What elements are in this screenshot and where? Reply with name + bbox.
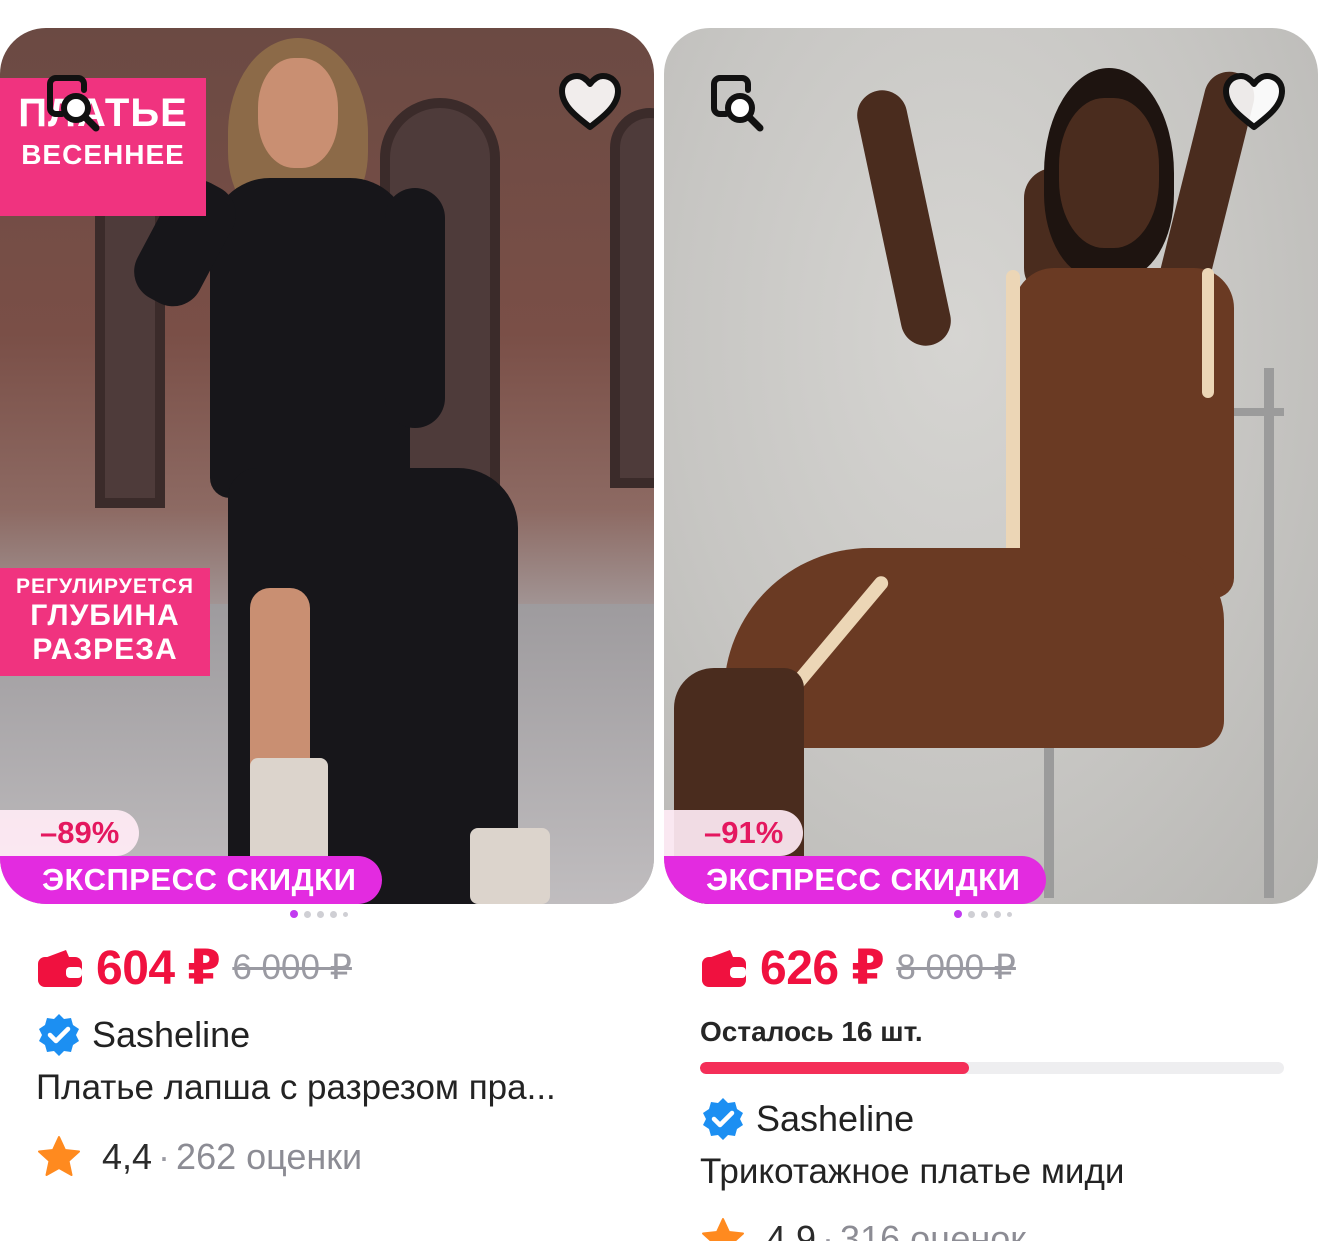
current-price: 626 ₽ [760,942,885,995]
favorite-button[interactable] [1218,68,1290,136]
product-image[interactable]: –91% ЭКСПРЕСС СКИДКИ [664,28,1318,904]
express-sale-label: ЭКСПРЕСС СКИДКИ [664,856,1047,904]
stock-progress-fill [700,1062,969,1074]
carousel-dot [330,910,337,918]
model-sleeve [385,188,445,428]
carousel-dot [343,911,348,917]
stock-remaining-text: Осталось 16 шт. [700,1016,923,1047]
carousel-dot [981,910,988,918]
star-icon [38,1136,80,1176]
old-price: 6 000 ₽ [232,948,352,987]
promo-line: ВЕСЕННЕЕ [21,139,185,170]
rating-value: 4,9 [766,1218,817,1241]
similar-search-icon [47,75,100,132]
product-card[interactable]: –91% ЭКСПРЕСС СКИДКИ 626 ₽ 8 000 ₽ Остал… [664,28,1318,1241]
wallet-icon [38,950,82,987]
review-count: 316 оценок [840,1218,1027,1241]
promo-line: ГЛУБИНА [30,599,180,633]
product-image[interactable]: ПЛАТЬЕ ВЕСЕННЕЕ РЕГУЛИРУЕТСЯ ГЛУБИНА РАЗ… [0,28,654,904]
dress-trim [1202,268,1214,398]
promo-line: РАЗРЕЗА [32,632,178,666]
chair-leg [1264,368,1274,898]
carousel-dot [968,910,975,918]
rating-value: 4,4 [102,1136,153,1177]
model-face [258,58,338,168]
carousel-dot [954,910,962,918]
similar-search-button[interactable] [36,68,108,136]
old-price: 8 000 ₽ [896,948,1016,987]
model-face [1059,98,1159,248]
heart-icon [559,73,621,130]
brand-row[interactable]: Sasheline [36,1012,250,1058]
product-card[interactable]: ПЛАТЬЕ ВЕСЕННЕЕ РЕГУЛИРУЕТСЯ ГЛУБИНА РАЗ… [0,28,654,1241]
background-window [610,108,654,488]
carousel-dot [317,910,324,918]
brand-name: Sasheline [92,1014,251,1055]
wallet-icon [702,950,746,987]
stock-progress-bar [700,1062,1284,1074]
discount-badge: –91% [664,810,804,856]
star-icon [702,1218,744,1241]
product-title[interactable]: Трикотажное платье миди [700,1152,1124,1192]
promo-line: РЕГУЛИРУЕТСЯ [16,575,194,598]
rating-separator: · [158,1136,171,1177]
similar-search-button[interactable] [700,68,772,136]
model-boot [470,828,550,904]
image-carousel-dots [954,910,1012,918]
similar-search-icon [711,75,764,132]
rating-row: 4,4 · 262 оценки [36,1134,362,1180]
promo-banner-feature: РЕГУЛИРУЕТСЯ ГЛУБИНА РАЗРЕЗА [0,568,210,676]
image-carousel-dots [290,910,348,918]
brand-row[interactable]: Sasheline [700,1096,914,1142]
rating-row: 4,9 · 316 оценок [700,1216,1026,1241]
heart-icon [1223,73,1285,130]
discount-badge: –89% [0,810,140,856]
price-row: 604 ₽ 6 000 ₽ [36,940,352,996]
price-row: 626 ₽ 8 000 ₽ [700,940,1016,996]
carousel-dot [994,910,1001,918]
carousel-dot [304,910,311,918]
carousel-dot [1007,911,1012,917]
verified-badge-icon [703,1098,743,1140]
verified-badge-icon [39,1014,79,1056]
favorite-button[interactable] [554,68,626,136]
carousel-dot [290,910,298,918]
product-title[interactable]: Платье лапша с разрезом пра... [36,1068,556,1108]
review-count: 262 оценки [176,1136,363,1177]
rating-separator: · [822,1218,835,1241]
dress-trim [1006,270,1020,570]
current-price: 604 ₽ [96,942,221,995]
express-sale-label: ЭКСПРЕСС СКИДКИ [0,856,383,904]
model-arm [852,85,956,351]
model-dress-top [210,178,410,498]
brand-name: Sasheline [756,1098,915,1139]
